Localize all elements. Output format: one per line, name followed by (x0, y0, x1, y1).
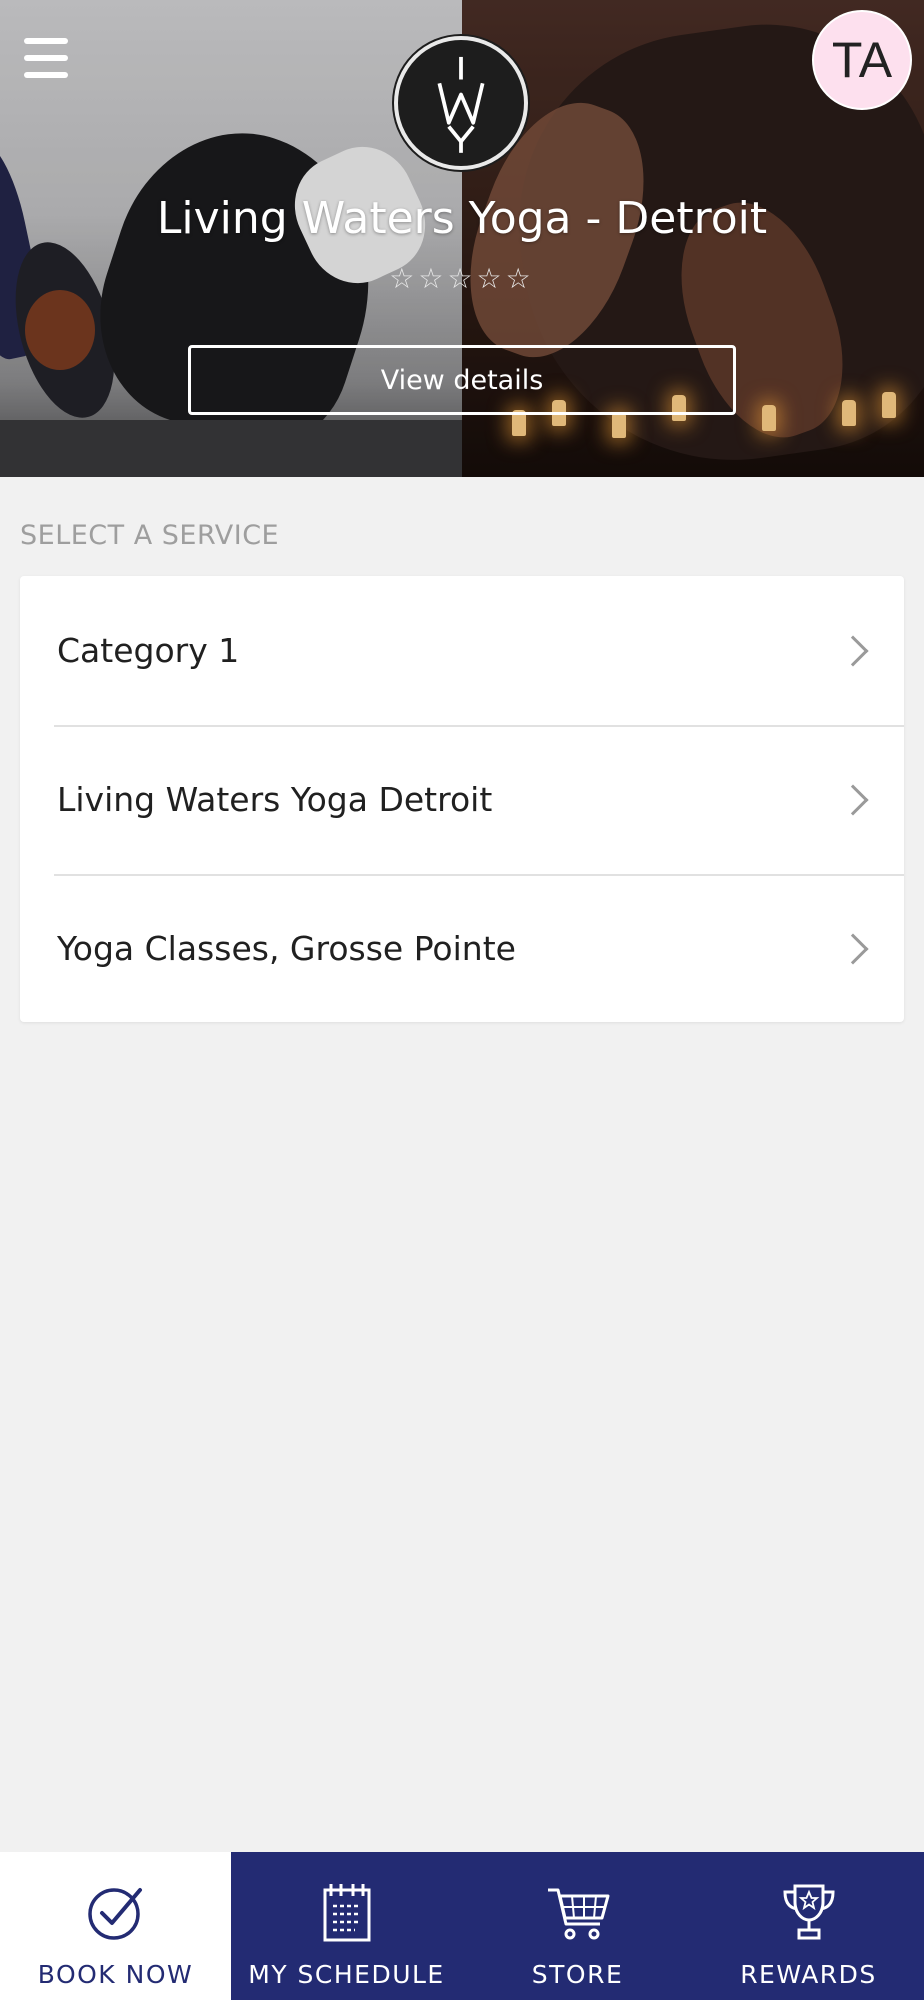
chevron-right-icon (837, 783, 869, 816)
nav-my-schedule[interactable]: MY SCHEDULE (231, 1852, 462, 2000)
nav-label: STORE (531, 1960, 624, 1989)
calendar-icon (323, 1884, 370, 1942)
chevron-right-icon (837, 932, 869, 965)
service-item-label: Category 1 (57, 631, 240, 670)
service-item-label: Living Waters Yoga Detroit (57, 780, 493, 819)
trophy-icon (782, 1884, 835, 1940)
service-list: Category 1 Living Waters Yoga Detroit Yo… (20, 576, 904, 1022)
nav-label: REWARDS (740, 1960, 877, 1989)
chevron-right-icon (837, 634, 869, 667)
nav-label: MY SCHEDULE (248, 1960, 445, 1989)
nav-label: BOOK NOW (37, 1960, 194, 1989)
view-details-button[interactable]: View details (188, 345, 736, 415)
iwy-logo-icon (437, 56, 485, 153)
select-service-heading: SELECT A SERVICE (20, 520, 280, 551)
service-item-category-1[interactable]: Category 1 (20, 576, 904, 725)
app-root: TA Living Waters Yoga - Detroit ☆☆☆☆☆ Vi… (0, 0, 924, 2000)
check-circle-icon (87, 1888, 142, 1940)
service-item-label: Yoga Classes, Grosse Pointe (57, 929, 516, 968)
nav-book-now[interactable]: BOOK NOW (0, 1852, 231, 2000)
studio-name: Living Waters Yoga - Detroit (156, 193, 768, 244)
bottom-nav: BOOK NOW MY SCHEDULE STORE REWARDS (0, 1852, 924, 2000)
service-item-living-waters-yoga-detroit[interactable]: Living Waters Yoga Detroit (20, 725, 904, 874)
studio-hero: TA Living Waters Yoga - Detroit ☆☆☆☆☆ Vi… (0, 0, 924, 477)
nav-store[interactable]: STORE (462, 1852, 693, 2000)
hamburger-menu-icon[interactable] (24, 38, 68, 82)
cart-icon (547, 1888, 609, 1940)
service-item-yoga-classes-grosse-pointe[interactable]: Yoga Classes, Grosse Pointe (20, 874, 904, 1023)
rating-stars-icon: ☆☆☆☆☆ (389, 262, 535, 295)
user-avatar[interactable]: TA (812, 10, 912, 110)
nav-rewards[interactable]: REWARDS (693, 1852, 924, 2000)
studio-logo (394, 36, 528, 170)
